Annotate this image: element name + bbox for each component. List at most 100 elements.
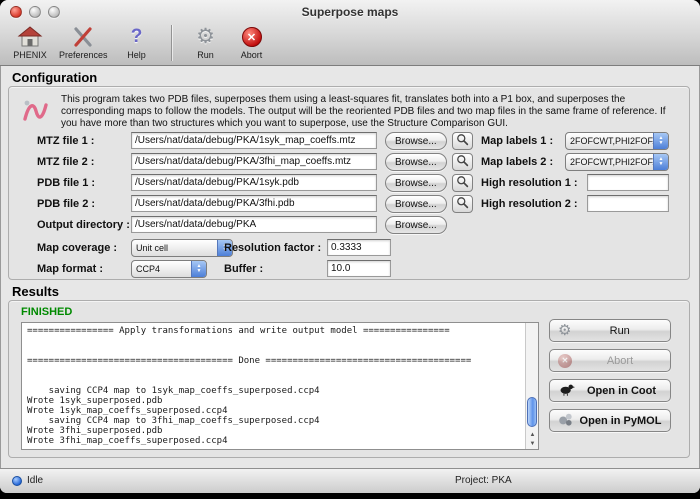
status-text: Idle — [27, 475, 43, 486]
toolbar-help-label: Help — [127, 50, 146, 60]
pdb-file-2-row: PDB file 2 : Browse... High resolution 2… — [9, 195, 689, 213]
phenix-home-icon — [17, 25, 43, 49]
open-in-pymol-label: Open in PyMOL — [579, 415, 662, 427]
map-coverage-value: Unit cell — [132, 243, 217, 253]
high-resolution-1-input[interactable] — [587, 174, 669, 191]
map-labels-1-label: Map labels 1 : — [481, 132, 553, 150]
mtz-file-2-label: MTZ file 2 : — [37, 153, 94, 171]
pdb-file-2-browse-button[interactable]: Browse... — [385, 195, 447, 213]
pdb-file-2-input[interactable] — [131, 195, 377, 212]
mtz-file-2-row: MTZ file 2 : Browse... Map labels 2 : 2F… — [9, 153, 689, 171]
toolbar-abort-label: Abort — [241, 50, 263, 60]
mtz-file-1-row: MTZ file 1 : Browse... Map labels 1 : 2F… — [9, 132, 689, 150]
toolbar-run-label: Run — [197, 50, 214, 60]
pdb-file-2-label: PDB file 2 : — [37, 195, 95, 213]
console-text: ================ Apply transformations a… — [22, 323, 525, 449]
browse-label: Browse... — [395, 199, 437, 210]
superpose-maps-window: Superpose maps PHENIX — [0, 0, 700, 493]
map-labels-2-select[interactable]: 2FOFCWT,PHI2FOF... ▲▼ — [565, 153, 669, 171]
magnifier-icon — [456, 196, 469, 212]
mtz-file-1-browse-button[interactable]: Browse... — [385, 132, 447, 150]
high-resolution-2-input[interactable] — [587, 195, 669, 212]
map-format-select[interactable]: CCP4 ▲▼ — [131, 260, 207, 278]
resolution-factor-input[interactable] — [327, 239, 391, 256]
scrollbar-thumb[interactable] — [527, 397, 537, 427]
console-output[interactable]: ================ Apply transformations a… — [21, 322, 539, 450]
toolbar-phenix-button[interactable]: PHENIX — [10, 24, 50, 61]
browse-label: Browse... — [395, 220, 437, 231]
browse-label: Browse... — [395, 157, 437, 168]
toolbar-separator — [171, 25, 172, 61]
scroll-down-arrow-icon[interactable]: ▼ — [526, 440, 539, 449]
toolbar: PHENIX Preferences ? Help ⚙ Run — [10, 22, 700, 64]
map-labels-1-value: 2FOFCWT,PHI2FOF... — [566, 136, 653, 146]
magnifier-icon — [456, 133, 469, 149]
close-button[interactable] — [10, 6, 22, 18]
toolbar-preferences-label: Preferences — [59, 50, 108, 60]
pdb-file-1-label: PDB file 1 : — [37, 174, 95, 192]
map-coverage-select[interactable]: Unit cell ▲▼ — [131, 239, 233, 257]
abort-button-label: Abort — [578, 355, 662, 367]
run-button[interactable]: ⚙ Run — [549, 319, 671, 342]
mtz-file-2-inspect-button[interactable] — [452, 153, 473, 171]
gear-icon: ⚙ — [558, 323, 571, 338]
coot-bird-icon — [558, 382, 575, 399]
run-button-label: Run — [577, 325, 662, 337]
help-question-icon: ? — [131, 25, 143, 49]
output-directory-row: Output directory : Browse... — [9, 216, 689, 234]
pdb-file-2-inspect-button[interactable] — [452, 195, 473, 213]
window-header: Superpose maps PHENIX — [0, 0, 700, 66]
open-in-pymol-button[interactable]: Open in PyMOL — [549, 409, 671, 432]
pymol-molecule-icon — [558, 412, 573, 430]
configuration-panel: This program takes two PDB files, superp… — [8, 86, 690, 280]
toolbar-phenix-label: PHENIX — [13, 50, 47, 60]
output-directory-input[interactable] — [131, 216, 377, 233]
window-title: Superpose maps — [0, 5, 700, 19]
zoom-button[interactable] — [48, 6, 60, 18]
map-labels-2-label: Map labels 2 : — [481, 153, 553, 171]
toolbar-preferences-button[interactable]: Preferences — [56, 24, 111, 61]
abort-x-icon: ✕ — [558, 354, 572, 368]
toolbar-help-button[interactable]: ? Help — [117, 24, 157, 61]
minimize-button[interactable] — [29, 6, 41, 18]
mtz-file-1-label: MTZ file 1 : — [37, 132, 94, 150]
scroll-up-arrow-icon[interactable]: ▲ — [526, 431, 539, 440]
high-resolution-2-label: High resolution 2 : — [481, 195, 578, 213]
magnifier-icon — [456, 154, 469, 170]
abort-button[interactable]: ✕ Abort — [549, 349, 671, 372]
open-in-coot-button[interactable]: Open in Coot — [549, 379, 671, 402]
pdb-file-1-input[interactable] — [131, 174, 377, 191]
results-heading: Results — [12, 284, 59, 299]
mtz-file-2-input[interactable] — [131, 153, 377, 170]
map-format-row: Map format : CCP4 ▲▼ Buffer : — [9, 260, 689, 278]
popup-arrows-icon: ▲▼ — [653, 154, 668, 170]
pdb-file-1-row: PDB file 1 : Browse... High resolution 1… — [9, 174, 689, 192]
abort-x-icon: ✕ — [242, 25, 262, 49]
map-format-label: Map format : — [37, 260, 103, 278]
output-directory-browse-button[interactable]: Browse... — [385, 216, 447, 234]
toolbar-abort-button[interactable]: ✕ Abort — [232, 24, 272, 61]
program-info-icon — [21, 95, 49, 130]
popup-arrows-icon: ▲▼ — [191, 261, 206, 277]
mtz-file-2-browse-button[interactable]: Browse... — [385, 153, 447, 171]
gear-icon: ⚙ — [196, 25, 215, 49]
popup-arrows-icon: ▲▼ — [653, 133, 668, 149]
browse-label: Browse... — [395, 136, 437, 147]
project-label: Project: PKA — [455, 475, 512, 486]
output-directory-label: Output directory : — [37, 216, 130, 234]
pdb-file-1-browse-button[interactable]: Browse... — [385, 174, 447, 192]
open-in-coot-label: Open in Coot — [581, 385, 662, 397]
console-scrollbar[interactable]: ▲ ▼ — [525, 323, 538, 449]
resolution-factor-label: Resolution factor : — [224, 239, 321, 257]
pdb-file-1-inspect-button[interactable] — [452, 174, 473, 192]
browse-label: Browse... — [395, 178, 437, 189]
map-labels-1-select[interactable]: 2FOFCWT,PHI2FOF... ▲▼ — [565, 132, 669, 150]
high-resolution-1-label: High resolution 1 : — [481, 174, 578, 192]
map-coverage-row: Map coverage : Unit cell ▲▼ Resolution f… — [9, 239, 689, 257]
mtz-file-1-input[interactable] — [131, 132, 377, 149]
map-format-value: CCP4 — [132, 264, 191, 274]
buffer-input[interactable] — [327, 260, 391, 277]
mtz-file-1-inspect-button[interactable] — [452, 132, 473, 150]
toolbar-run-button[interactable]: ⚙ Run — [186, 24, 226, 61]
status-indicator-icon — [12, 476, 22, 486]
